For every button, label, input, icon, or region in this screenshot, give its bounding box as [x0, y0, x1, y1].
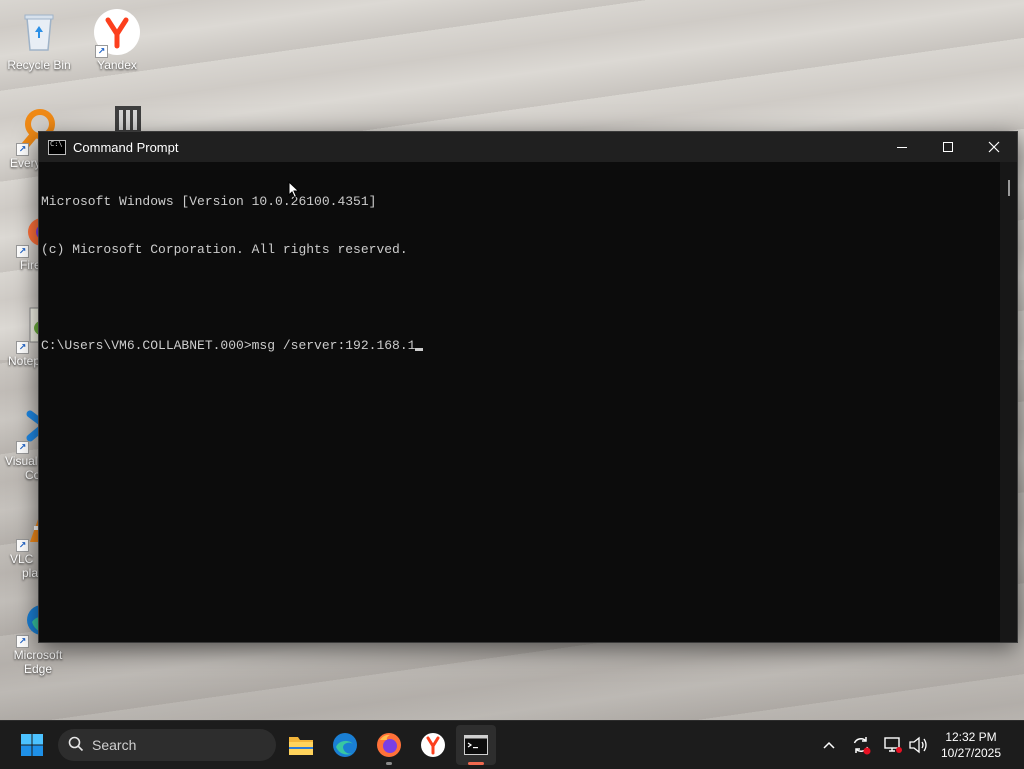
volume-icon	[909, 736, 927, 754]
yandex-icon	[421, 733, 445, 757]
shortcut-arrow-icon: ↗	[95, 45, 108, 58]
windows-logo-icon	[21, 734, 43, 756]
taskbar-firefox[interactable]	[369, 725, 409, 765]
tray-network[interactable]	[882, 733, 904, 757]
minimize-button[interactable]	[879, 132, 925, 162]
mouse-pointer-icon	[288, 181, 300, 199]
shortcut-arrow-icon: ↗	[16, 143, 29, 156]
taskbar-clock[interactable]: 12:32 PM 10/27/2025	[936, 729, 1006, 761]
shortcut-arrow-icon: ↗	[16, 245, 29, 258]
clock-date: 10/27/2025	[940, 746, 1002, 760]
clock-time: 12:32 PM	[945, 730, 997, 744]
search-icon	[68, 736, 84, 755]
close-icon	[988, 141, 1000, 153]
chevron-up-icon	[823, 741, 835, 749]
taskbar-command-prompt[interactable]	[456, 725, 496, 765]
desktop-icon-recycle-bin[interactable]: Recycle Bin	[1, 8, 77, 72]
taskbar: 12:32 PM 10/27/2025	[0, 720, 1024, 769]
taskbar-edge[interactable]	[325, 725, 365, 765]
running-indicator	[386, 762, 392, 765]
show-hidden-icons-button[interactable]	[818, 733, 840, 757]
desktop-icon-label-line2: Edge	[23, 662, 53, 676]
maximize-button[interactable]	[925, 132, 971, 162]
close-button[interactable]	[971, 132, 1017, 162]
taskbar-file-explorer[interactable]	[281, 725, 321, 765]
taskbar-search-box[interactable]	[58, 729, 276, 761]
command-prompt-icon	[464, 735, 488, 755]
text-cursor	[415, 348, 424, 351]
desktop-icon-label: Microsoft	[13, 648, 63, 662]
console-prompt-line[interactable]: C:\Users\VM6.COLLABNET.000>msg /server:1…	[41, 338, 998, 354]
window-title: Command Prompt	[73, 139, 179, 155]
tray-volume[interactable]	[907, 733, 929, 757]
file-explorer-icon	[289, 737, 313, 755]
console-output[interactable]: Microsoft Windows [Version 10.0.26100.43…	[39, 162, 1000, 642]
maximize-icon	[942, 141, 953, 152]
shortcut-arrow-icon: ↗	[16, 635, 29, 648]
search-input[interactable]	[92, 737, 242, 753]
minimize-icon	[896, 146, 907, 148]
command-prompt-window[interactable]: Command Prompt Microsoft Windows [Versio…	[38, 131, 1018, 643]
edge-icon	[333, 733, 357, 757]
firefox-icon	[377, 733, 401, 757]
command-prompt-icon	[48, 139, 66, 155]
scrollbar-thumb[interactable]	[1008, 180, 1010, 196]
vertical-scrollbar[interactable]	[1000, 162, 1017, 642]
shortcut-arrow-icon: ↗	[16, 539, 29, 552]
shortcut-arrow-icon: ↗	[16, 341, 29, 354]
recycle-bin-icon	[15, 8, 63, 56]
console-line: (c) Microsoft Corporation. All rights re…	[41, 242, 408, 257]
start-button[interactable]	[12, 725, 52, 765]
desktop-icon-yandex[interactable]: ↗ Yandex	[79, 8, 155, 72]
window-titlebar[interactable]: Command Prompt	[39, 132, 1017, 162]
network-icon	[884, 737, 902, 753]
desktop-icon-label: Yandex	[97, 58, 137, 72]
console-command-text: C:\Users\VM6.COLLABNET.000>msg /server:1…	[41, 338, 416, 353]
yandex-icon: ↗	[93, 8, 141, 58]
desktop-icon-label: Recycle Bin	[7, 58, 71, 72]
taskbar-yandex[interactable]	[413, 725, 453, 765]
sync-icon	[853, 737, 871, 755]
shortcut-arrow-icon: ↗	[16, 441, 29, 454]
console-line: Microsoft Windows [Version 10.0.26100.43…	[41, 194, 377, 209]
active-indicator	[468, 762, 484, 765]
tray-sync[interactable]	[850, 733, 872, 757]
